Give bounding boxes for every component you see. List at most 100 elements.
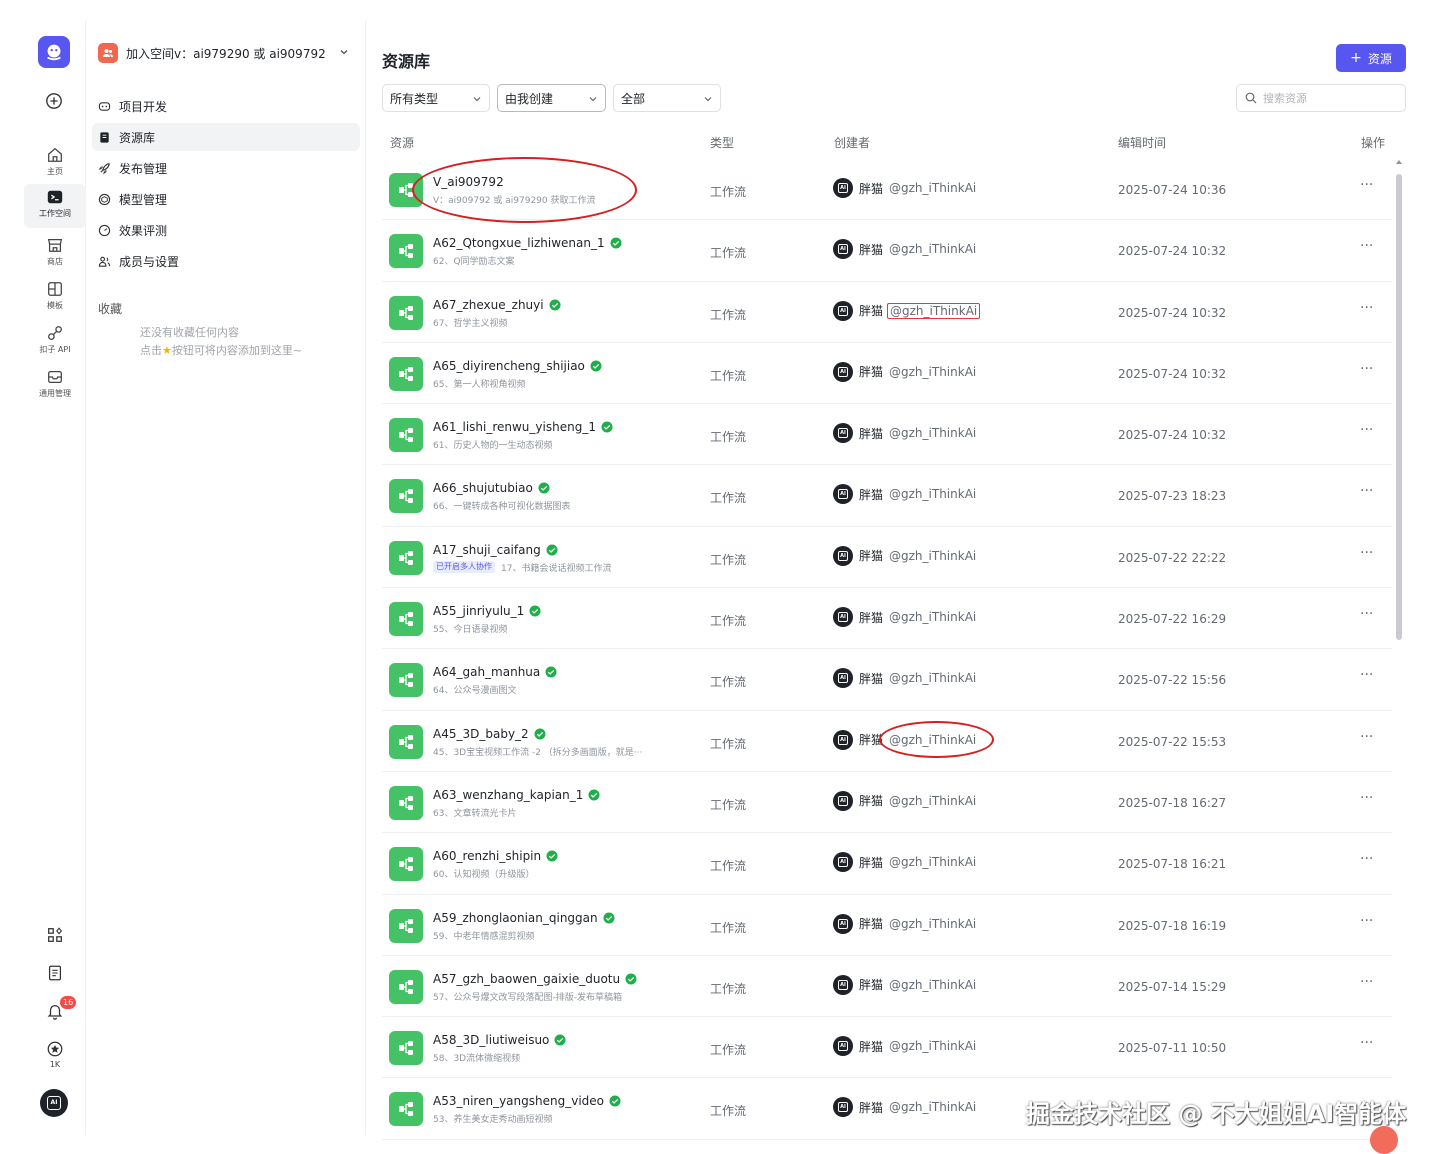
table-row[interactable]: A61_lishi_renwu_yisheng_1 61、历史人物的一生动态视频… [382,404,1392,466]
resource-type: 工作流 [710,185,747,199]
add-resource-button[interactable]: + 资源 [1336,44,1406,72]
more-actions-icon[interactable]: ··· [1360,851,1373,867]
more-actions-icon[interactable]: ··· [1360,974,1373,990]
workflow-icon [389,234,423,269]
app-logo-icon[interactable] [38,36,70,68]
creator-handle: @gzh_iThinkAi [889,977,977,992]
more-actions-icon[interactable]: ··· [1360,729,1373,745]
resource-name[interactable]: A55_jinriyulu_1 [433,604,541,618]
rail-item-template[interactable]: 模板 [24,276,86,316]
creator-avatar: AI [833,361,853,382]
resource-name[interactable]: A59_zhonglaonian_qinggan [433,911,615,925]
filter-status-select[interactable]: 全部 [613,84,721,112]
table-row[interactable]: A65_diyirencheng_shijiao 65、第一人称视角视频 工作流… [382,343,1392,405]
creator-avatar: AI [833,1097,853,1118]
table-row[interactable]: A64_gah_manhua 64、公众号漫画图文 工作流 AI 胖猫 @gzh… [382,649,1392,711]
resource-description-text: 17、书籍会说话视频工作流 [501,563,612,574]
resource-name[interactable]: A62_Qtongxue_lizhiwenan_1 [433,236,622,250]
resource-edit-time: 2025-07-18 16:21 [1118,857,1227,872]
more-actions-icon[interactable]: ··· [1360,667,1373,683]
create-plus-icon[interactable] [45,92,63,110]
resource-name[interactable]: V_ai909792 [433,175,504,189]
table-row[interactable]: A63_wenzhang_kapian_1 63、文章转流光卡片 工作流 AI … [382,772,1392,834]
search-input[interactable] [1263,91,1393,105]
verified-check-icon [545,666,557,678]
more-actions-icon[interactable]: ··· [1360,545,1373,561]
table-row[interactable]: A62_Qtongxue_lizhiwenan_1 62、Q同学励志文案 工作流… [382,220,1392,282]
more-actions-icon[interactable]: ··· [1360,483,1373,499]
table-row[interactable]: V_ai909792 V：ai909792 或 ai979290 获取工作流 工… [382,159,1392,221]
more-actions-icon[interactable]: ··· [1360,606,1373,622]
more-actions-icon[interactable]: ··· [1360,422,1373,438]
table-row[interactable]: A55_jinriyulu_1 55、今日语录视频 工作流 AI 胖猫 @gzh… [382,588,1392,650]
rail-item-home[interactable]: 主页 [24,142,86,182]
nav-item-resource-library[interactable]: 资源库 [92,123,360,151]
notification-badge: 16 [60,996,77,1009]
nav-item-models[interactable]: 模型管理 [92,185,360,213]
table-row[interactable]: A67_zhexue_zhuyi 67、哲学主义视频 工作流 AI 胖猫 @gz… [382,282,1392,343]
table-row[interactable]: A58_3D_liutiweisuo 58、3D流体微缩视频 工作流 AI 胖猫… [382,1017,1392,1079]
ai-logo-icon: AI [838,979,848,990]
resource-name[interactable]: A65_diyirencheng_shijiao [433,359,602,373]
resource-description-text: 63、文章转流光卡片 [433,808,517,819]
nav-item-members-settings[interactable]: 成员与设置 [92,247,360,275]
rail-item-store[interactable]: 商店 [24,232,86,272]
table-row[interactable]: A66_shujutubiao 66、一键转成各种可视化数据图表 工作流 AI … [382,465,1392,527]
table-row[interactable]: A59_zhonglaonian_qinggan 59、中老年情感混剪视频 工作… [382,895,1392,956]
resource-name[interactable]: A60_renzhi_shipin [433,849,558,863]
rail-apps[interactable] [24,926,86,944]
more-actions-icon[interactable]: ··· [1360,361,1373,377]
resource-description: 67、哲学主义视频 [433,316,507,329]
resource-creator: AI 胖猫 @gzh_iThinkAi [833,913,978,934]
resource-name[interactable]: A61_lishi_renwu_yisheng_1 [433,420,613,434]
ai-logo-icon: AI [838,244,848,255]
table-row[interactable]: A17_shuji_caifang 已开启多人协作 17、书籍会说话视频工作流 工… [382,527,1392,589]
resource-name[interactable]: A67_zhexue_zhuyi [433,298,561,312]
more-actions-icon[interactable]: ··· [1360,177,1373,193]
resource-name[interactable]: A64_gah_manhua [433,665,557,679]
rail-docs[interactable] [24,964,86,982]
resource-library-main: 资源库 + 资源 所有类型 由我创建 全部 资源 类型 创建者 编辑时间 操作 V… [366,20,1420,1140]
workflow-icon [389,418,423,453]
nav-item-project-dev[interactable]: 项目开发 [92,92,360,120]
filter-type-select[interactable]: 所有类型 [382,84,490,112]
workspace-switcher[interactable]: 加入空间v：ai979290 或 ai909792 [98,40,356,66]
rail-label: 通用管理 [39,389,71,398]
resource-name[interactable]: A63_wenzhang_kapian_1 [433,788,600,802]
nav-item-publish[interactable]: 发布管理 [92,154,360,182]
rail-notifications[interactable]: 16 [24,996,86,1020]
rail-item-workspace[interactable]: 工作空间 [24,184,86,228]
more-actions-icon[interactable]: ··· [1360,1035,1373,1051]
table-row[interactable]: A45_3D_baby_2 45、3D宝宝视频工作流 -2 （拆分多画面版，就是… [382,711,1392,772]
resource-name[interactable]: A57_gzh_baowen_gaixie_duotu [433,972,637,986]
rail-item-api[interactable]: 扣子 API [24,320,86,360]
table-row[interactable]: A60_renzhi_shipin 60、认知视频（升级版） 工作流 AI 胖猫… [382,833,1392,895]
rocket-icon [98,162,110,174]
verified-check-icon [554,1034,566,1046]
more-actions-icon[interactable]: ··· [1360,238,1373,254]
resource-name[interactable]: A17_shuji_caifang [433,543,558,557]
more-actions-icon[interactable]: ··· [1360,300,1373,316]
resource-name[interactable]: A66_shujutubiao [433,481,550,495]
resource-name[interactable]: A45_3D_baby_2 [433,727,546,741]
resource-creator: AI 胖猫 @gzh_iThinkAi [833,1097,978,1118]
resource-name-text: A66_shujutubiao [433,481,533,496]
more-actions-icon[interactable]: ··· [1360,913,1373,929]
table-row[interactable]: A57_gzh_baowen_gaixie_duotu 57、公众号爆文改写段落… [382,956,1392,1018]
user-avatar[interactable]: AI [40,1089,68,1117]
nav-item-evaluation[interactable]: 效果评测 [92,216,360,244]
team-icon [98,43,118,63]
scroll-up-arrow-icon[interactable] [1395,158,1403,166]
scrollbar-thumb[interactable] [1396,174,1402,640]
filter-creator-select[interactable]: 由我创建 [497,84,606,112]
collab-tag: 已开启多人协作 [433,561,495,574]
resource-edit-time: 2025-07-11 10:50 [1118,1041,1227,1056]
more-actions-icon[interactable]: ··· [1360,790,1373,806]
resource-name[interactable]: A58_3D_liutiweisuo [433,1033,566,1047]
rail-item-general-admin[interactable]: 通用管理 [24,364,86,404]
resource-name-text: A62_Qtongxue_lizhiwenan_1 [433,236,605,251]
resource-edit-time: 2025-07-22 15:53 [1118,734,1227,749]
rail-stars[interactable]: 1K [24,1040,86,1069]
search-box[interactable] [1236,84,1406,112]
resource-name[interactable]: A53_niren_yangsheng_video [433,1094,621,1108]
